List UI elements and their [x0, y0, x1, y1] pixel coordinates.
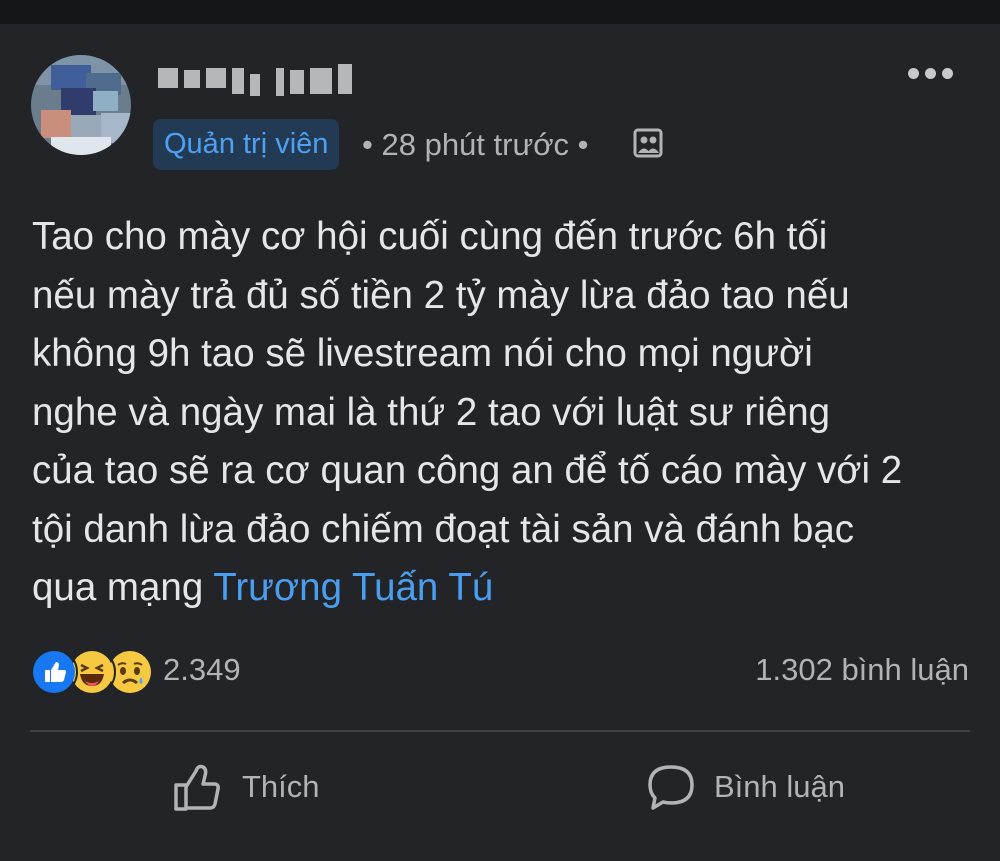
more-options-icon[interactable] — [908, 62, 954, 82]
group-privacy-icon — [633, 128, 663, 158]
separator-dot: • — [362, 127, 373, 162]
divider — [30, 730, 970, 732]
avatar[interactable] — [31, 55, 131, 155]
like-button-label: Thích — [242, 769, 320, 804]
post-meta: • 28 phút trước • — [362, 119, 589, 170]
comment-button[interactable]: Bình luận — [645, 759, 865, 815]
post-line: tội danh lừa đảo chiếm đoạt tài sản và đ… — [32, 507, 854, 551]
author-name[interactable] — [158, 62, 368, 96]
reaction-count[interactable]: 2.349 — [163, 648, 241, 692]
comment-count[interactable]: 1.302 bình luận — [755, 648, 969, 692]
like-button[interactable]: Thích — [172, 759, 342, 815]
comment-button-label: Bình luận — [714, 769, 845, 804]
like-icon — [30, 648, 78, 696]
post-line: của tao sẽ ra cơ quan công an để tố cáo … — [32, 449, 903, 492]
post-line: không 9h tao sẽ livestream nói cho mọi n… — [32, 332, 813, 375]
comment-icon — [648, 765, 694, 810]
separator-dot: • — [577, 127, 589, 162]
admin-badge: Quản trị viên — [153, 119, 340, 170]
post-line: nghe và ngày mai là thứ 2 tao với luật s… — [32, 390, 831, 434]
post-line: qua mạng Trương Tuấn Tú — [32, 559, 982, 618]
post-line: Tao cho mày cơ hội cuối cùng đến trước 6… — [32, 215, 828, 258]
post-line: nếu mày trả đủ số tiền 2 tỷ mày lừa đảo … — [32, 273, 850, 317]
mention-link[interactable]: Trương Tuấn Tú — [213, 566, 493, 609]
reaction-icons[interactable] — [30, 648, 160, 696]
thumbs-up-icon — [174, 764, 220, 811]
post-line-prefix: qua mạng — [32, 566, 214, 609]
post-timestamp[interactable]: 28 phút trước — [381, 127, 569, 162]
post-body: Tao cho mày cơ hội cuối cùng đến trước 6… — [32, 208, 982, 618]
top-bar — [0, 0, 1000, 24]
